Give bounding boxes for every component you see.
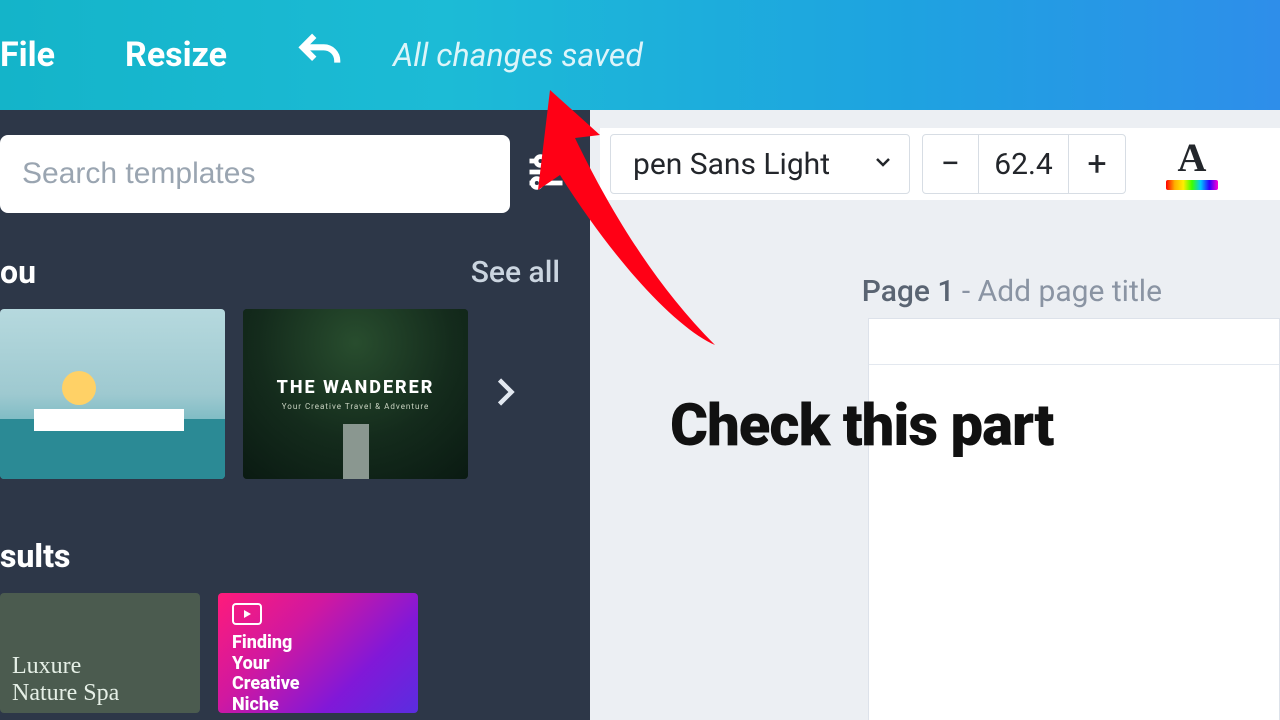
template-subtitle: Your Creative Travel & Adventure [282,402,430,411]
search-input[interactable] [0,135,510,213]
template-thumbnail[interactable]: Finding Your Creative Niche [218,593,418,713]
carousel-next-button[interactable] [486,374,522,414]
file-menu[interactable]: File [0,35,55,75]
template-thumbnail[interactable]: THE WANDERER Your Creative Travel & Adve… [243,309,468,479]
font-size-decrease-button[interactable]: − [923,135,979,193]
text-color-button[interactable]: A [1166,138,1218,190]
chevron-right-icon [486,374,522,410]
template-text: Niche [232,695,404,713]
results-heading: sults [0,479,590,593]
text-color-icon: A [1178,138,1207,178]
template-thumbnail[interactable] [0,309,225,479]
template-text: Creative [232,674,404,695]
page-number-label: Page 1 [862,274,955,309]
template-title: THE WANDERER [277,377,435,398]
font-size-value[interactable]: 62.4 [979,135,1069,193]
templates-sidebar: ou See all THE WANDERER Your Creative Tr… [0,110,590,720]
recommended-heading: ou [0,253,36,291]
top-menu-bar: File Resize All changes saved [0,0,1280,110]
font-size-increase-button[interactable]: + [1069,135,1125,193]
annotation-text: Check this part [670,392,1053,460]
chevron-down-icon [871,147,895,182]
template-text: Nature Spa [12,680,188,707]
sliders-icon [524,150,568,194]
save-status: All changes saved [393,36,643,74]
undo-icon [297,32,343,78]
template-text: Finding [232,633,404,654]
page-title-field[interactable]: Page 1 - Add page title [862,274,1162,309]
color-spectrum-bar [1166,180,1218,190]
resize-menu[interactable]: Resize [125,35,227,75]
editor-toolbar: pen Sans Light − 62.4 + A [600,128,1280,200]
see-all-link[interactable]: See all [471,255,560,290]
undo-button[interactable] [297,32,343,78]
canvas-page[interactable] [868,318,1280,720]
font-name-label: pen Sans Light [633,147,830,182]
font-size-stepper: − 62.4 + [922,134,1126,194]
template-text: Your [232,654,404,675]
play-icon [232,603,262,625]
filter-button[interactable] [524,150,568,198]
template-text: Luxure [12,653,188,680]
font-family-select[interactable]: pen Sans Light [610,134,910,194]
template-thumbnail[interactable]: Luxure Nature Spa [0,593,200,713]
